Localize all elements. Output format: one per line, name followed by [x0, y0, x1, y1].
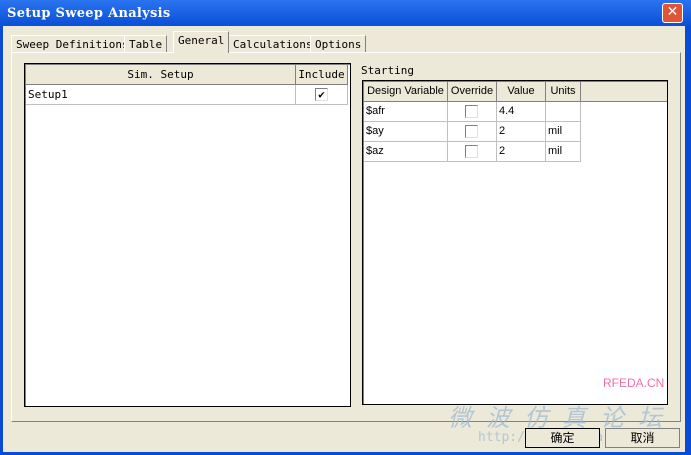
tab-sweep-definitions[interactable]: Sweep Definitions: [11, 35, 134, 53]
sim-setup-list[interactable]: Sim. Setup Include Setup1 ✔: [24, 63, 351, 407]
tab-general[interactable]: General: [173, 31, 230, 53]
header-value[interactable]: Value: [497, 82, 546, 102]
override-checkbox[interactable]: [465, 125, 478, 138]
variable-cell[interactable]: $az: [364, 142, 448, 162]
units-cell[interactable]: mil: [546, 122, 581, 142]
variable-cell[interactable]: $afr: [364, 102, 448, 122]
include-checkbox[interactable]: ✔: [315, 88, 328, 101]
units-cell[interactable]: [546, 102, 581, 122]
header-sim-setup[interactable]: Sim. Setup: [26, 65, 296, 85]
window-title: Setup Sweep Analysis: [7, 6, 171, 21]
tab-table[interactable]: Table: [124, 35, 168, 53]
override-cell[interactable]: [448, 102, 497, 122]
override-checkbox[interactable]: [465, 105, 478, 118]
header-design-variable[interactable]: Design Variable: [364, 82, 448, 102]
value-cell[interactable]: 2: [497, 142, 546, 162]
header-filler: [581, 82, 667, 102]
tab-calculations[interactable]: Calculations: [228, 35, 318, 53]
title-bar: Setup Sweep Analysis: [0, 0, 691, 26]
override-cell[interactable]: [448, 122, 497, 142]
header-include[interactable]: Include: [296, 65, 348, 85]
starting-label: Starting: [361, 64, 414, 77]
close-icon[interactable]: ✕: [662, 3, 683, 23]
setup-name-cell[interactable]: Setup1: [26, 85, 296, 105]
override-cell[interactable]: [448, 142, 497, 162]
value-cell[interactable]: 4.4: [497, 102, 546, 122]
dialog-body: Sweep Definitions Table General Calculat…: [3, 26, 685, 452]
cancel-button[interactable]: 取消: [605, 428, 680, 448]
header-override[interactable]: Override: [448, 82, 497, 102]
value-cell[interactable]: 2: [497, 122, 546, 142]
header-units[interactable]: Units: [546, 82, 581, 102]
ok-button[interactable]: 确定: [525, 428, 600, 448]
units-cell[interactable]: mil: [546, 142, 581, 162]
variable-cell[interactable]: $ay: [364, 122, 448, 142]
override-checkbox[interactable]: [465, 145, 478, 158]
tab-options[interactable]: Options: [310, 35, 367, 53]
include-cell: ✔: [296, 85, 348, 105]
starting-grid[interactable]: Design Variable Override Value Units $af…: [362, 80, 668, 405]
